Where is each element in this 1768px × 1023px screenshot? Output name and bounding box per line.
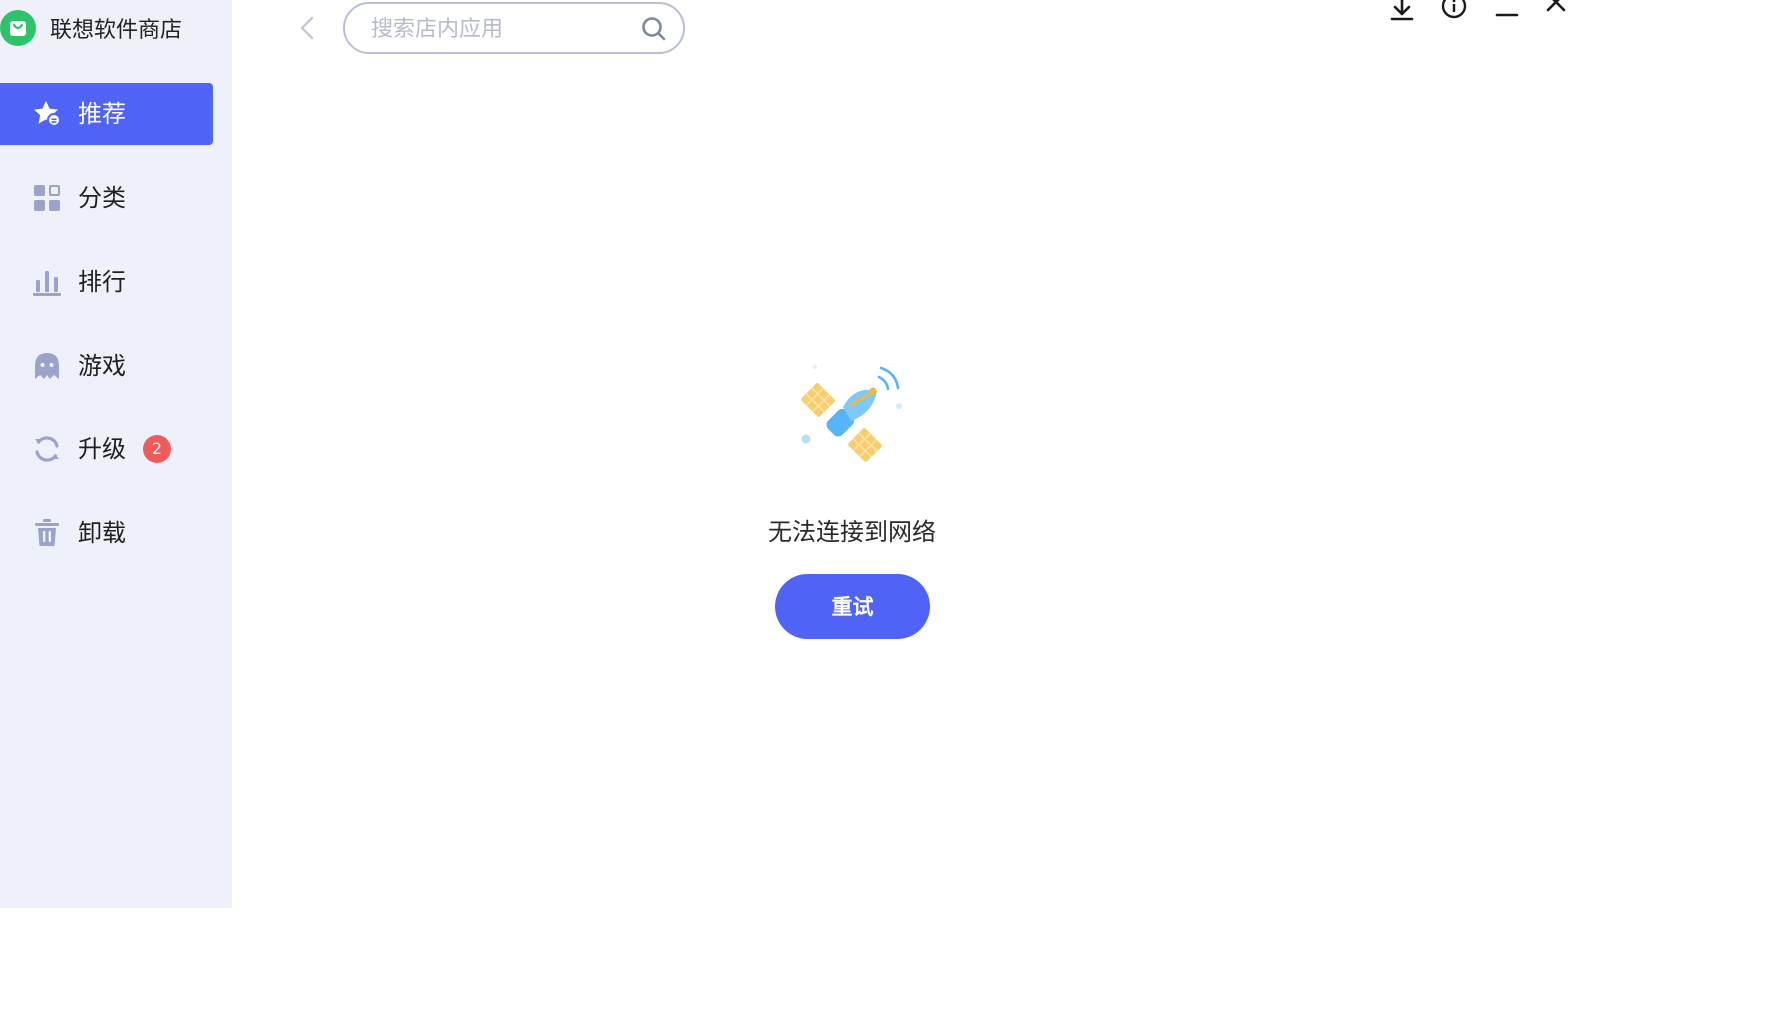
search-icon[interactable] (641, 16, 667, 42)
sidebar-item-games[interactable]: 游戏 (0, 335, 213, 397)
refresh-icon (35, 436, 59, 462)
download-icon[interactable] (1386, 0, 1418, 22)
brand: 联想软件商店 (0, 6, 182, 50)
ghost-icon (35, 353, 59, 379)
sidebar-item-label: 游戏 (78, 352, 126, 380)
shopping-bag-icon (0, 10, 36, 46)
sidebar-item-uninstall[interactable]: 卸载 (0, 502, 213, 564)
sidebar-item-upgrade[interactable]: 升级 2 (0, 418, 213, 480)
sidebar-item-category[interactable]: 分类 (0, 167, 213, 229)
sidebar: 联想软件商店 推荐 分类 排行 游戏 升级 2 卸载 (0, 0, 232, 908)
app-title: 联想软件商店 (50, 18, 183, 43)
network-error-message: 无法连接到网络 (768, 518, 936, 546)
minimize-icon[interactable] (1491, 0, 1523, 22)
trash-icon (35, 519, 59, 546)
search-input[interactable] (369, 12, 633, 46)
retry-button[interactable]: 重试 (775, 574, 930, 639)
satellite-icon (801, 364, 902, 462)
search-bar (343, 2, 685, 54)
chevron-left-icon[interactable] (294, 12, 322, 44)
grid-icon (34, 185, 60, 211)
sidebar-item-label: 升级 (78, 435, 126, 463)
sidebar-item-label: 卸载 (78, 519, 126, 547)
info-icon[interactable] (1438, 0, 1470, 22)
app-window: 联想软件商店 推荐 分类 排行 游戏 升级 2 卸载 搜索店内应用 无法连接到网… (0, 0, 1768, 1023)
sidebar-item-label: 推荐 (78, 100, 126, 128)
bar-chart-icon (33, 271, 61, 296)
upgrade-count-badge: 2 (143, 435, 171, 463)
sidebar-item-label: 分类 (78, 184, 126, 212)
sidebar-item-ranking[interactable]: 排行 (0, 251, 213, 313)
close-icon[interactable] (1540, 0, 1572, 22)
star-icon (34, 101, 61, 127)
sidebar-item-recommend[interactable]: 推荐 (0, 83, 213, 145)
sidebar-item-label: 排行 (78, 268, 126, 296)
